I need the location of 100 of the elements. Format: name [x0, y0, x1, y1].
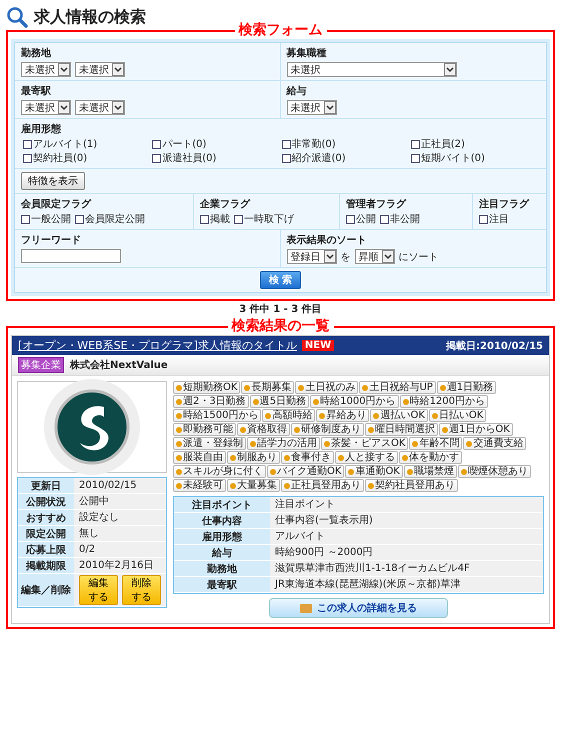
circle-icon — [176, 440, 182, 446]
feature-tag: 研修制度あり — [291, 423, 364, 436]
delete-button[interactable]: 削除する — [122, 575, 161, 605]
circle-icon — [284, 454, 290, 460]
circle-icon — [244, 384, 250, 390]
detail-label: 雇用形態 — [174, 529, 270, 545]
circle-icon — [252, 398, 259, 404]
circle-icon — [176, 384, 182, 390]
caret-icon — [444, 63, 456, 76]
info-label: おすすめ — [18, 510, 74, 526]
checkbox[interactable]: 短期バイト(0) — [410, 152, 540, 165]
circle-icon — [442, 426, 448, 432]
select-field[interactable]: 登録日 — [286, 249, 336, 264]
circle-icon — [402, 398, 409, 404]
checkbox[interactable]: 一時取下げ — [234, 213, 294, 226]
checkbox[interactable]: 注目 — [478, 213, 509, 226]
folder-icon — [300, 603, 312, 613]
feature-tag: 土日祝給与UP — [359, 381, 436, 394]
result-count: 3 件中 1 - 3 件目 — [238, 304, 323, 316]
feature-tag: 職場禁煙 — [404, 465, 457, 478]
select-field[interactable]: 未選択 — [75, 62, 125, 77]
circle-icon — [176, 454, 182, 460]
circle-icon — [176, 468, 182, 474]
checkbox[interactable]: 会員限定公開 — [75, 213, 145, 226]
checkbox[interactable]: 紹介派遣(0) — [282, 152, 411, 165]
feature-tag: 土日祝のみ — [295, 381, 358, 394]
circle-icon — [240, 426, 246, 432]
feature-tag: 週5日勤務 — [250, 395, 310, 408]
feature-tag: 契約社員登用あり — [365, 479, 458, 492]
feature-tag: 資格取得 — [237, 423, 290, 436]
feature-tag: 体を動かす — [399, 451, 462, 464]
checkbox[interactable]: 公開 — [346, 213, 376, 226]
circle-icon — [362, 384, 368, 390]
select-field[interactable]: 昇順 — [354, 249, 394, 264]
field-label: 会員限定フラグ — [21, 197, 92, 211]
circle-icon — [373, 412, 380, 418]
checkbox[interactable]: 一般公開 — [21, 213, 71, 226]
search-icon — [6, 6, 28, 28]
field-label: 最寄駅 — [21, 84, 52, 98]
select-field[interactable]: 未選択 — [286, 100, 336, 115]
detail-value: 時給900円 ～2000円 — [270, 545, 543, 561]
feature-tag: バイク通勤OK — [267, 465, 344, 478]
category-badge: 募集企業 — [18, 357, 64, 373]
circle-icon — [406, 468, 413, 474]
circle-icon — [298, 384, 304, 390]
circle-icon — [348, 468, 354, 474]
circle-icon — [324, 440, 330, 446]
edit-button[interactable]: 編集する — [79, 575, 118, 605]
select-field[interactable]: 未選択 — [21, 62, 71, 77]
caret-icon — [112, 101, 124, 114]
detail-value: アルバイト — [270, 529, 543, 545]
checkbox[interactable]: 非公開 — [380, 213, 420, 226]
detail-value: JR東海道本線(琵琶湖線)(米原～京都)草津 — [270, 577, 543, 593]
checkbox[interactable]: パート(0) — [152, 138, 282, 151]
select-field[interactable]: 未選択 — [286, 62, 456, 77]
checkbox[interactable]: 派遣社員(0) — [152, 152, 282, 165]
detail-label: 最寄駅 — [174, 577, 270, 593]
show-features-button[interactable]: 特徴を表示 — [21, 172, 85, 190]
logo-icon — [42, 377, 142, 477]
field-label: 企業フラグ — [200, 198, 252, 211]
circle-icon — [265, 412, 272, 418]
info-label: 編集／削除 — [18, 574, 74, 607]
detail-value: 滋賀県草津市西渋川1-1-18イーカムビル4F — [270, 561, 543, 577]
listing-title-link[interactable]: [オープン・WEB系SE・プログラマ]求人情報のタイトル — [18, 338, 297, 353]
feature-tag: 時給1000円から — [310, 395, 399, 408]
feature-tag: 即勤務可能 — [173, 423, 236, 436]
input-field[interactable] — [21, 249, 121, 263]
feature-tag: 週1日からOK — [439, 423, 513, 436]
label-text: にソート — [398, 250, 438, 264]
caret-icon — [382, 250, 394, 263]
checkbox[interactable]: 掲載 — [200, 213, 230, 226]
circle-icon — [313, 398, 320, 404]
checkbox[interactable]: アルバイト(1) — [23, 138, 152, 151]
field-label: 勤務地 — [21, 46, 52, 60]
circle-icon — [294, 426, 300, 432]
checkbox[interactable]: 非常勤(0) — [282, 138, 411, 151]
circle-icon — [466, 440, 472, 446]
annotation-label: 検索フォーム — [234, 21, 326, 39]
feature-tag: 高額時給 — [262, 409, 316, 422]
circle-icon — [176, 412, 182, 418]
circle-icon — [412, 440, 418, 446]
feature-tag: 時給1200円から — [400, 395, 488, 408]
select-field[interactable]: 未選択 — [21, 100, 71, 115]
detail-value: 注目ポイント — [270, 497, 543, 513]
field-label: 管理者フラグ — [346, 198, 408, 211]
info-label: 限定公開 — [18, 526, 74, 542]
circle-icon — [230, 482, 236, 488]
info-value: 2010年2月16日 — [74, 558, 166, 574]
feature-tag: 曜日時間選択 — [365, 423, 438, 436]
checkbox[interactable]: 正社員(2) — [410, 138, 540, 151]
checkbox[interactable]: 契約社員(0) — [23, 152, 152, 165]
circle-icon — [440, 384, 446, 390]
field-label: 雇用形態 — [21, 122, 62, 136]
feature-tag: 大量募集 — [227, 479, 280, 492]
feature-tag: 昇給あり — [316, 409, 370, 422]
feature-tag: スキルが身に付く — [173, 465, 266, 478]
select-field[interactable]: 未選択 — [75, 100, 125, 115]
view-details-button[interactable]: この求人の詳細を見る — [269, 598, 448, 618]
info-value: 設定なし — [74, 510, 166, 526]
circle-icon — [284, 482, 290, 488]
